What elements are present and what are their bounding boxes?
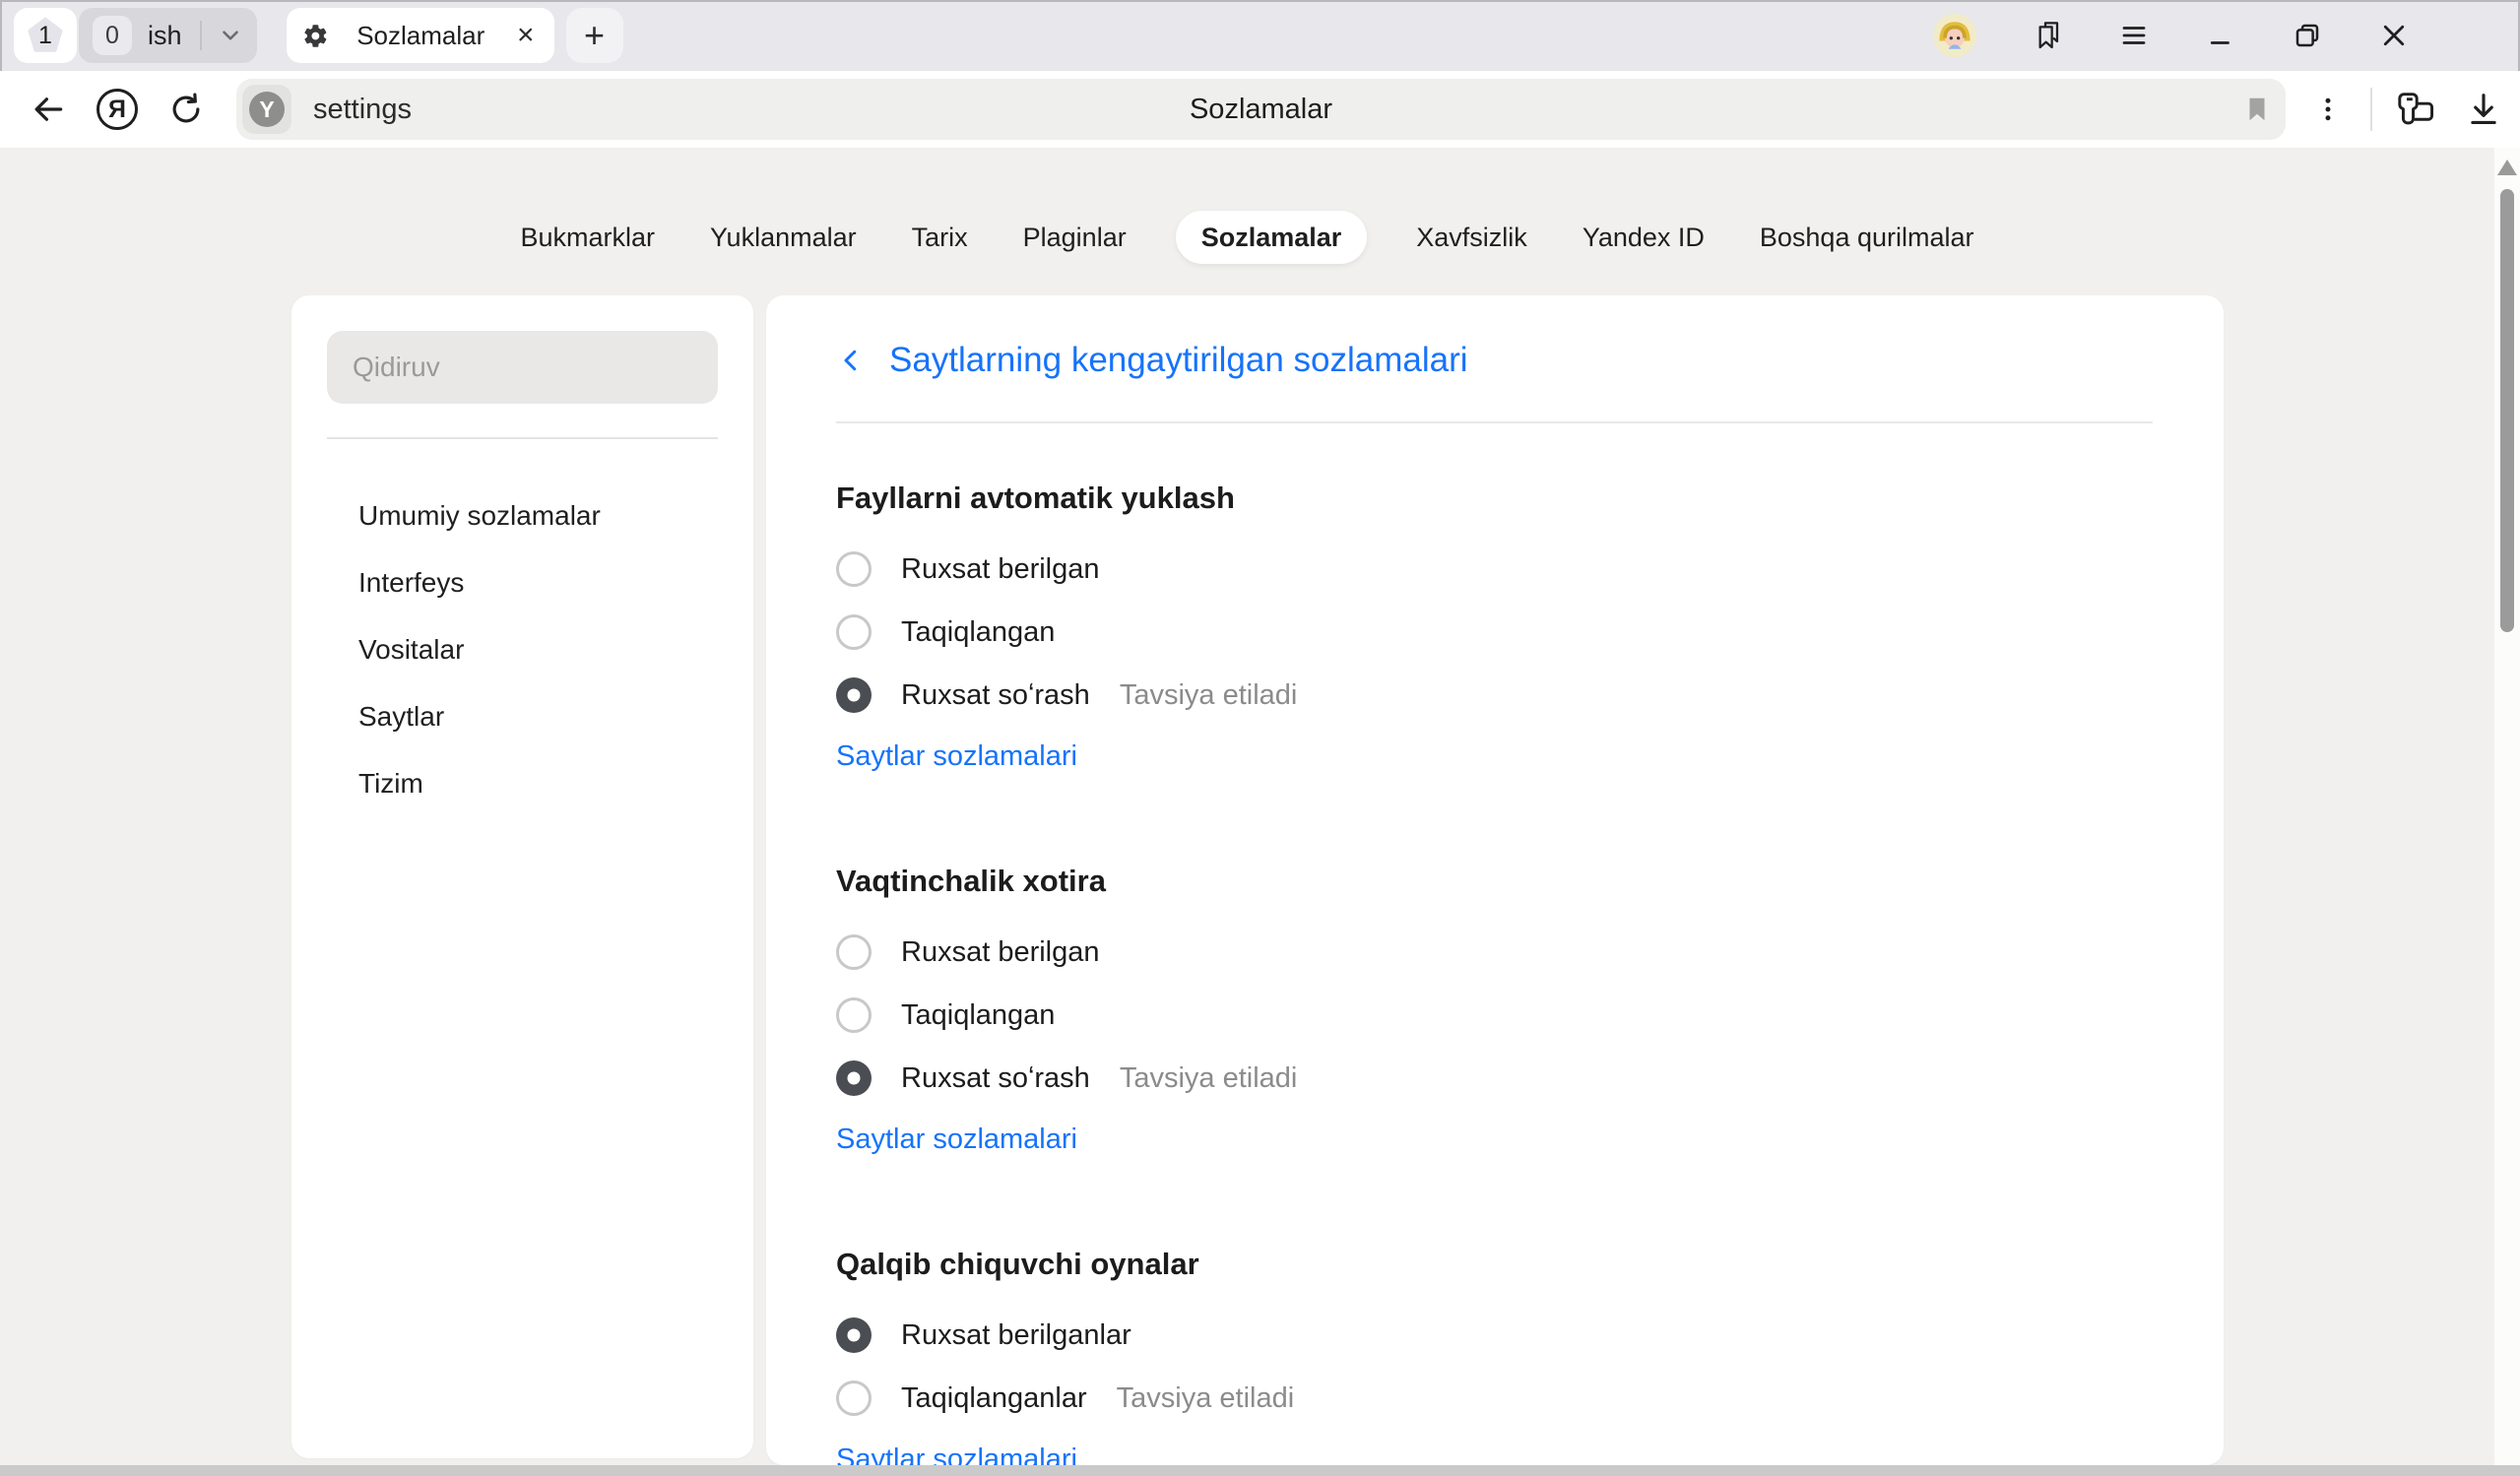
tab-title: Sozlamalar: [329, 21, 513, 51]
heading-divider: [836, 421, 2153, 423]
tab-yandex-id[interactable]: Yandex ID: [1577, 211, 1711, 264]
section-title: Qalqib chiquvchi oynalar: [836, 1247, 2153, 1282]
section-qalqib-chiquvchi-oynalar: Qalqib chiquvchi oynalar Ruxsat berilgan…: [836, 1247, 2153, 1465]
radio-unselected-icon[interactable]: [836, 551, 872, 587]
settings-sidebar: Umumiy sozlamalar Interfeys Vositalar Sa…: [291, 295, 753, 1458]
radio-option[interactable]: Ruxsat berilganlar: [836, 1304, 2153, 1367]
radio-note: Tavsiya etiladi: [1117, 1382, 1295, 1415]
radio-label: Taqiqlanganlar: [901, 1382, 1087, 1415]
workspace-other-count: 0: [93, 16, 132, 55]
radio-unselected-icon[interactable]: [836, 934, 872, 970]
page-favicon: Y: [242, 85, 291, 134]
radio-label: Ruxsat soʻrash: [901, 679, 1090, 712]
section-vaqtinchalik-xotira: Vaqtinchalik xotira Ruxsat berilgan Taqi…: [836, 864, 2153, 1156]
bookmarks-panel-icon[interactable]: [2032, 20, 2063, 51]
tab-strip: 1 0 ish Sozlamalar × +: [0, 0, 2520, 71]
back-button[interactable]: [26, 87, 71, 132]
address-page-title: Sozlamalar: [236, 94, 2286, 126]
menu-icon[interactable]: [2118, 20, 2150, 51]
radio-option[interactable]: Ruxsat berilgan: [836, 921, 2153, 984]
more-options-icon[interactable]: [2305, 87, 2351, 132]
section-fayllarni-avtomatik-yuklash: Fayllarni avtomatik yuklash Ruxsat beril…: [836, 481, 2153, 773]
gear-icon: [302, 23, 329, 49]
tab-close-icon[interactable]: ×: [513, 21, 539, 50]
site-settings-link[interactable]: Saytlar sozlamalari: [836, 1123, 1077, 1156]
radio-option[interactable]: Ruxsat soʻrash Tavsiya etiladi: [836, 1047, 2153, 1110]
tab-settings[interactable]: Sozlamalar ×: [287, 8, 554, 63]
favicon-y-glyph: Y: [249, 92, 285, 127]
toolbar: Я Y settings Sozlamalar: [0, 71, 2520, 148]
radio-label: Taqiqlangan: [901, 999, 1055, 1032]
address-bar[interactable]: Y settings Sozlamalar: [236, 79, 2286, 140]
yandex-logo[interactable]: Я: [95, 87, 140, 132]
workspace-tab-count: 1: [38, 22, 52, 50]
radio-unselected-icon[interactable]: [836, 1380, 872, 1416]
browser-window: 1 0 ish Sozlamalar × +: [0, 0, 2520, 1476]
radio-label: Ruxsat berilgan: [901, 553, 1100, 586]
back-chevron-icon[interactable]: [836, 346, 866, 375]
scrollbar[interactable]: [2494, 148, 2520, 1476]
radio-selected-icon[interactable]: [836, 677, 872, 713]
tab-boshqa-qurilmalar[interactable]: Boshqa qurilmalar: [1754, 211, 1980, 264]
radio-option[interactable]: Taqiqlangan: [836, 984, 2153, 1047]
radio-note: Tavsiya etiladi: [1120, 679, 1298, 712]
scroll-up-arrow-icon[interactable]: [2497, 160, 2517, 175]
workspace-shape-icon: 1: [25, 15, 66, 56]
radio-option[interactable]: Ruxsat soʻrash Tavsiya etiladi: [836, 664, 2153, 727]
main-panel: Saytlarning kengaytirilgan sozlamalari F…: [766, 295, 2224, 1465]
restore-icon[interactable]: [2292, 20, 2323, 51]
site-settings-link[interactable]: Saytlar sozlamalari: [836, 740, 1077, 773]
sidebar-item-vositalar[interactable]: Vositalar: [327, 616, 718, 683]
radio-label: Taqiqlangan: [901, 616, 1055, 649]
radio-option[interactable]: Taqiqlangan: [836, 601, 2153, 664]
radio-option[interactable]: Ruxsat berilgan: [836, 538, 2153, 601]
tab-xavfsizlik[interactable]: Xavfsizlik: [1410, 211, 1533, 264]
radio-label: Ruxsat berilganlar: [901, 1319, 1131, 1352]
section-title: Fayllarni avtomatik yuklash: [836, 481, 2153, 516]
radio-unselected-icon[interactable]: [836, 997, 872, 1033]
downloads-icon[interactable]: [2461, 87, 2506, 132]
address-url-text: settings: [313, 94, 412, 126]
workspace-tab-active[interactable]: 1: [14, 8, 77, 63]
radio-label: Ruxsat soʻrash: [901, 1062, 1090, 1095]
sidebar-item-tizim[interactable]: Tizim: [327, 750, 718, 817]
radio-note: Tavsiya etiladi: [1120, 1062, 1298, 1095]
tab-tarix[interactable]: Tarix: [906, 211, 974, 264]
settings-nav-tabs: Bukmarklar Yuklanmalar Tarix Plaginlar S…: [0, 211, 2494, 264]
radio-selected-icon[interactable]: [836, 1317, 872, 1353]
sidebar-divider: [327, 437, 718, 439]
section-title: Vaqtinchalik xotira: [836, 864, 2153, 899]
site-settings-link[interactable]: Saytlar sozlamalari: [836, 1444, 1077, 1465]
radio-selected-icon[interactable]: [836, 1060, 872, 1096]
scrollbar-thumb[interactable]: [2500, 189, 2514, 632]
minimize-icon[interactable]: [2205, 20, 2236, 51]
sidebar-item-saytlar[interactable]: Saytlar: [327, 683, 718, 750]
workspace-other-label: ish: [148, 21, 182, 51]
workspace-separator: [200, 21, 202, 50]
tab-plaginlar[interactable]: Plaginlar: [1017, 211, 1132, 264]
search-input[interactable]: [327, 331, 718, 404]
radio-option[interactable]: Taqiqlanganlar Tavsiya etiladi: [836, 1367, 2153, 1430]
refresh-button[interactable]: [163, 87, 209, 132]
sidebar-item-interfeys[interactable]: Interfeys: [327, 549, 718, 616]
radio-label: Ruxsat berilgan: [901, 936, 1100, 969]
new-tab-button[interactable]: +: [566, 8, 623, 63]
sidebar-item-umumiy-sozlamalar[interactable]: Umumiy sozlamalar: [327, 482, 718, 549]
chevron-down-icon[interactable]: [218, 23, 243, 48]
bookmark-icon[interactable]: [2242, 93, 2272, 126]
tab-bukmarklar[interactable]: Bukmarklar: [515, 211, 662, 264]
avatar[interactable]: [1933, 14, 1976, 57]
settings-page: Bukmarklar Yuklanmalar Tarix Plaginlar S…: [0, 148, 2520, 1476]
workspace-group[interactable]: 0 ish: [79, 8, 257, 63]
page-title[interactable]: Saytlarning kengaytirilgan sozlamalari: [889, 341, 1468, 380]
passwords-protect-icon[interactable]: [2392, 87, 2437, 132]
radio-unselected-icon[interactable]: [836, 614, 872, 650]
window-bottom-edge: [0, 1465, 2520, 1476]
toolbar-separator: [2370, 88, 2372, 131]
close-icon[interactable]: [2378, 20, 2410, 51]
tab-yuklanmalar[interactable]: Yuklanmalar: [704, 211, 863, 264]
tab-sozlamalar[interactable]: Sozlamalar: [1176, 211, 1368, 264]
